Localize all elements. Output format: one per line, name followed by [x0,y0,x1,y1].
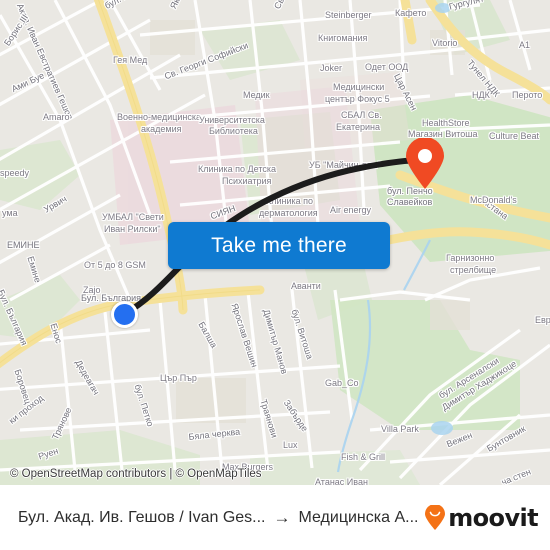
arrow-right-icon: → [273,507,291,527]
take-me-there-button[interactable]: Take me there [168,222,390,269]
route-destination-label: Медицинска А... [298,508,419,526]
origin-marker[interactable] [111,301,138,328]
map-viewport[interactable]: Акад. Иван Евстратиев Гешовбул. ГеЯков К… [0,0,550,485]
footer-bar: Бул. Акад. Ив. Гешов / Ivan Ges... → Мед… [0,485,550,550]
route-summary: Бул. Акад. Ив. Гешов / Ivan Ges... → Мед… [18,508,418,528]
map-attribution[interactable]: © OpenStreetMap contributors | © OpenMap… [10,468,262,480]
destination-marker[interactable] [404,138,446,190]
moovit-pin-icon [425,504,446,530]
moovit-wordmark: moovit [448,503,538,532]
moovit-logo[interactable]: moovit [424,503,539,532]
route-origin-label: Бул. Акад. Ив. Гешов / Ivan Ges... [18,508,266,526]
moovit-map-screen: Акад. Иван Евстратиев Гешовбул. ГеЯков К… [0,0,550,550]
